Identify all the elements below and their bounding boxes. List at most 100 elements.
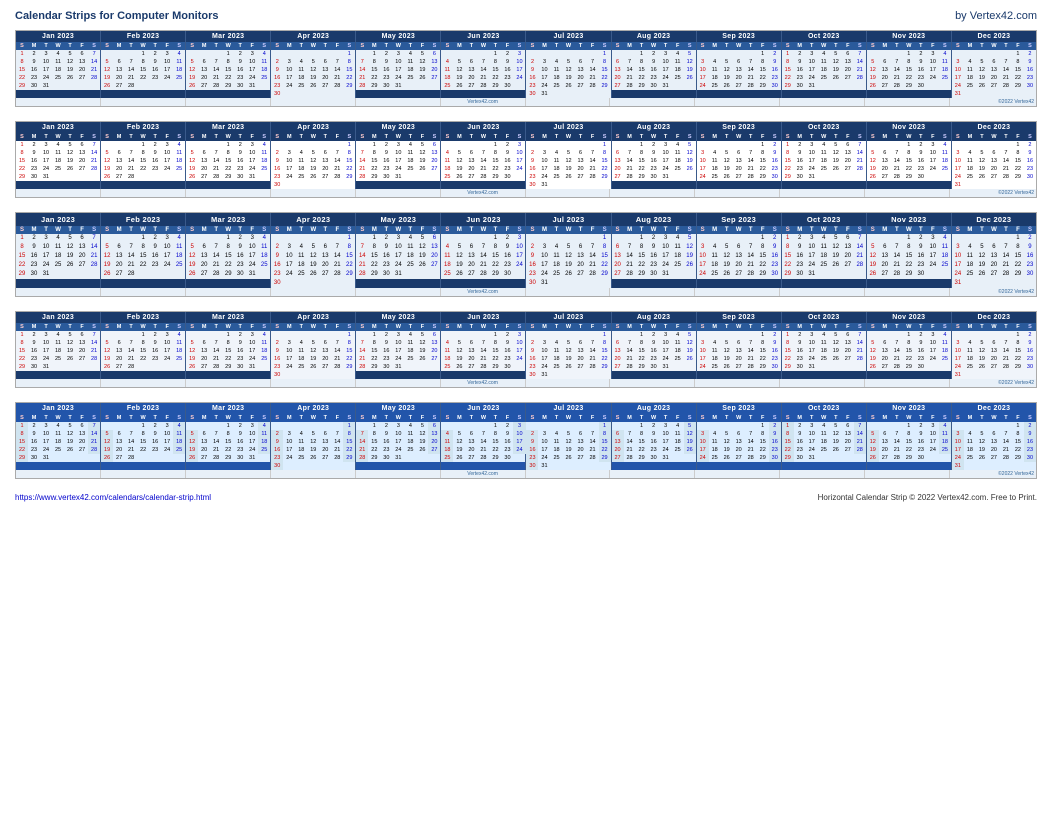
day-cell: 22 (137, 261, 149, 270)
day-cell: 6 (428, 331, 440, 339)
week-row: 10111213141516 (952, 438, 1036, 446)
week-row: 6789101112 (612, 430, 696, 438)
dow-cell: F (842, 323, 854, 331)
day-cell: 10 (161, 149, 173, 157)
day-cell: 25 (441, 454, 453, 462)
dow-cell: M (28, 323, 40, 331)
day-cell: 25 (939, 446, 951, 454)
day-cell: 3 (161, 422, 173, 430)
day-cell: 9 (648, 58, 660, 66)
dow-cell: T (745, 133, 757, 141)
day-cell: 6 (842, 234, 854, 243)
day-cell: 22 (16, 165, 28, 173)
dow-cell: W (733, 42, 745, 50)
dow-cell: S (612, 323, 624, 331)
day-cell: 26 (307, 454, 319, 462)
day-cell-empty (1000, 279, 1012, 288)
dow-cell: T (660, 323, 672, 331)
day-cell-empty (988, 181, 1000, 189)
day-cell: 10 (806, 339, 818, 347)
day-cell: 31 (246, 270, 258, 279)
dow-cell: W (563, 226, 575, 234)
day-cell-empty (428, 270, 440, 279)
dow-cell: S (1024, 226, 1036, 234)
day-cell: 15 (757, 347, 769, 355)
day-cell: 16 (271, 355, 283, 363)
month-block-nov-2023: Nov 2023SMTWTFS1234567891011121314151617… (867, 31, 952, 98)
day-cell: 10 (392, 243, 404, 252)
day-cell: 18 (672, 438, 684, 446)
week-row: 19202122232425 (186, 446, 270, 454)
month-title: Nov 2023 (867, 403, 951, 414)
day-cell-empty (575, 50, 587, 58)
day-cell: 25 (404, 446, 416, 454)
day-cell-empty (465, 50, 477, 58)
day-cell: 18 (52, 157, 64, 165)
day-cell: 19 (416, 438, 428, 446)
week-row: 16171819202122 (526, 165, 610, 173)
day-cell: 29 (636, 82, 648, 90)
week-row: 22232425262728 (16, 355, 100, 363)
day-cell: 5 (830, 141, 842, 149)
day-cell: 27 (113, 363, 125, 371)
day-cell-empty (587, 181, 599, 189)
day-cell: 2 (271, 58, 283, 66)
dow-cell: T (830, 323, 842, 331)
day-cell: 7 (745, 58, 757, 66)
day-cell-empty (575, 141, 587, 149)
day-cell: 30 (28, 454, 40, 462)
footer-url[interactable]: https://www.vertex42.com/calendars/calen… (15, 493, 211, 502)
day-cell: 18 (818, 66, 830, 74)
dow-cell: T (721, 323, 733, 331)
day-cell: 1 (1012, 331, 1024, 339)
day-cell: 12 (416, 339, 428, 347)
day-cell: 18 (52, 66, 64, 74)
day-cell: 9 (1024, 149, 1036, 157)
dow-cell: M (964, 323, 976, 331)
day-cell: 26 (307, 270, 319, 279)
day-cell: 1 (489, 141, 501, 149)
day-cell: 20 (612, 355, 624, 363)
day-cell: 8 (903, 430, 915, 438)
day-cell-empty (404, 173, 416, 181)
day-cell: 6 (76, 331, 88, 339)
day-cell: 29 (222, 363, 234, 371)
day-cell: 1 (599, 422, 611, 430)
days-grid: 1234567891011121314151617181920212223242… (612, 141, 696, 181)
day-cell: 19 (830, 66, 842, 74)
day-cell: 23 (769, 355, 781, 363)
week-row: 30 (271, 90, 355, 98)
day-cell: 11 (295, 252, 307, 261)
week-row: 19202122232425 (101, 165, 185, 173)
day-cell: 1 (222, 234, 234, 243)
day-cell-empty (428, 82, 440, 90)
day-cell: 31 (538, 181, 550, 189)
day-cell: 11 (295, 347, 307, 355)
day-cell: 14 (745, 347, 757, 355)
day-cell: 30 (526, 279, 538, 288)
dow-cell: M (964, 42, 976, 50)
day-cell: 17 (927, 66, 939, 74)
calendar-strip: Jan 2023SMTWTFS1234567891011121314151617… (15, 121, 1037, 198)
day-cell: 4 (672, 422, 684, 430)
day-cell: 2 (380, 234, 392, 243)
day-cell: 30 (526, 462, 538, 470)
day-cell: 24 (660, 355, 672, 363)
day-cell: 6 (879, 430, 891, 438)
day-cell-empty (976, 90, 988, 98)
day-cell: 4 (258, 422, 270, 430)
day-cell: 13 (113, 157, 125, 165)
day-cell: 13 (113, 347, 125, 355)
day-cell-empty (198, 141, 210, 149)
day-cell: 2 (271, 243, 283, 252)
dow-cell: W (903, 323, 915, 331)
day-cell: 22 (137, 446, 149, 454)
day-cell: 5 (563, 243, 575, 252)
day-cell-empty (575, 371, 587, 379)
day-cell: 20 (319, 446, 331, 454)
day-cell: 16 (271, 165, 283, 173)
day-cell: 16 (28, 252, 40, 261)
month-block-sep-2023: Sep 2023SMTWTFS1234567891011121314151617… (697, 122, 782, 189)
month-title: Sep 2023 (697, 31, 781, 42)
day-cell: 3 (246, 422, 258, 430)
